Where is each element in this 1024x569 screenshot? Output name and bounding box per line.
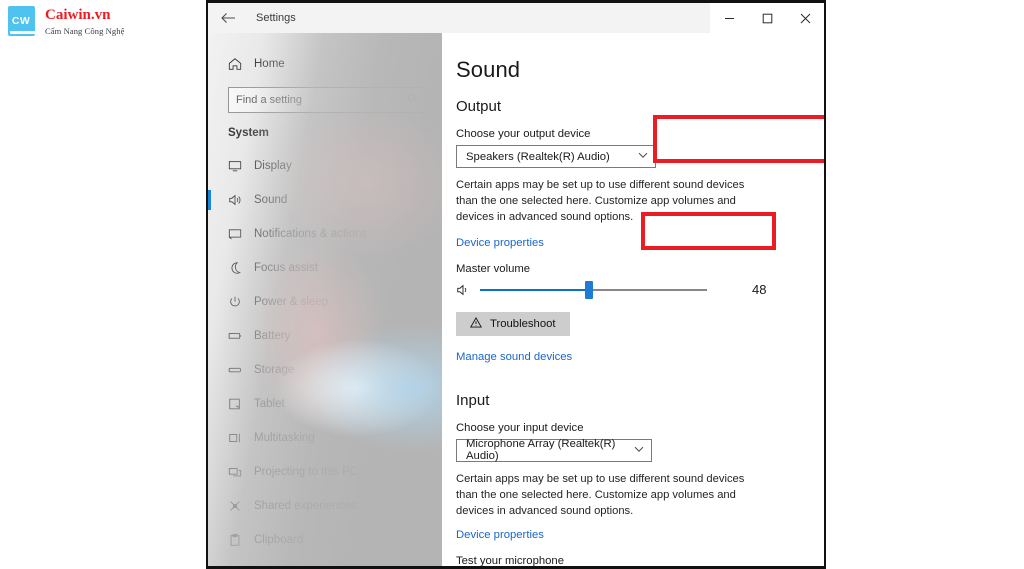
sidebar-content: Home System Display (208, 33, 442, 557)
sidebar-item-focus-assist[interactable]: Focus assist (208, 251, 442, 285)
search-icon (407, 93, 418, 107)
sidebar-item-display[interactable]: Display (208, 149, 442, 183)
sidebar-item-label: Tablet (254, 398, 285, 410)
speaker-volume-icon[interactable] (456, 283, 480, 297)
output-device-dropdown[interactable]: Speakers (Realtek(R) Audio) (456, 145, 656, 168)
master-volume-row: 48 (456, 280, 824, 299)
monitor-icon (228, 159, 254, 173)
window-title: Settings (256, 12, 296, 24)
settings-content-pane: Sound Output Choose your output device S… (442, 33, 824, 566)
input-device-value: Microphone Array (Realtek(R) Audio) (466, 438, 616, 463)
maximize-icon[interactable] (748, 3, 786, 33)
sidebar-item-multitasking[interactable]: Multitasking (208, 421, 442, 455)
output-device-value: Speakers (Realtek(R) Audio) (466, 150, 610, 163)
search-container (208, 87, 442, 113)
sidebar-item-sound[interactable]: Sound (208, 183, 442, 217)
sidebar-item-power-sleep[interactable]: Power & sleep (208, 285, 442, 319)
page-title: Sound (456, 57, 521, 82)
title-bar: Settings (208, 3, 824, 33)
sidebar-item-label: Home (254, 58, 285, 70)
home-icon (228, 57, 254, 71)
sidebar-item-tablet[interactable]: Tablet (208, 387, 442, 421)
sidebar-item-label: Clipboard (254, 534, 304, 546)
speaker-icon (228, 193, 254, 207)
storage-icon (228, 363, 254, 377)
sidebar-item-home[interactable]: Home (208, 47, 442, 81)
chevron-down-icon (638, 152, 648, 161)
sidebar-item-label: Battery (254, 330, 291, 342)
sidebar-item-label: Projecting to this PC (254, 466, 359, 478)
clipboard-icon (228, 533, 254, 547)
power-icon (228, 295, 254, 309)
sidebar-item-clipboard[interactable]: Clipboard (208, 523, 442, 557)
sidebar-item-projecting[interactable]: Projecting to this PC (208, 455, 442, 489)
master-volume-value: 48 (752, 282, 767, 298)
sidebar-item-label: Focus assist (254, 262, 318, 274)
window-controls (710, 3, 824, 33)
slider-thumb[interactable] (584, 280, 593, 299)
multitasking-icon (228, 431, 254, 445)
brand-title: Caiwin.vn (45, 7, 111, 23)
sidebar-item-label: Shared experiences (254, 500, 357, 512)
master-volume-label: Master volume (456, 262, 531, 275)
battery-icon (228, 329, 254, 343)
input-device-properties-link[interactable]: Device properties (456, 529, 544, 541)
input-section-heading: Input (456, 391, 490, 409)
window-body: Home System Display (208, 33, 824, 566)
sidebar-item-label: Storage (254, 364, 295, 376)
output-device-properties-link[interactable]: Device properties (456, 237, 544, 249)
settings-sidebar: Home System Display (208, 33, 442, 566)
test-microphone-label: Test your microphone (456, 555, 564, 566)
caiwin-logo-icon: CW (8, 6, 38, 36)
sidebar-item-notifications[interactable]: Notifications & actions (208, 217, 442, 251)
chevron-down-icon (634, 446, 644, 455)
sidebar-item-label: Sound (254, 194, 288, 206)
output-section-heading: Output (456, 98, 502, 115)
notification-icon (228, 227, 254, 241)
input-note: Certain apps may be set up to use differ… (456, 472, 745, 518)
troubleshoot-button[interactable]: Troubleshoot (456, 311, 570, 336)
input-device-dropdown[interactable]: Microphone Array (Realtek(R) Audio) (456, 438, 652, 463)
moon-icon (228, 261, 254, 275)
back-arrow-icon[interactable] (208, 3, 248, 33)
shared-experiences-icon (228, 499, 254, 513)
brand-text-block: Caiwin.vn Cẩm Nang Công Nghệ (45, 6, 124, 36)
projecting-icon (228, 465, 254, 479)
site-branding: CW Caiwin.vn Cẩm Nang Công Nghệ (8, 6, 124, 36)
logo-initials: CW (11, 15, 31, 27)
master-volume-slider[interactable] (480, 280, 707, 299)
slider-fill (480, 288, 589, 291)
minimize-icon[interactable] (710, 3, 748, 33)
sidebar-item-shared-experiences[interactable]: Shared experiences (208, 489, 442, 523)
brand-tagline: Cẩm Nang Công Nghệ (45, 25, 125, 36)
warning-triangle-icon (469, 316, 483, 331)
search-box[interactable] (228, 87, 426, 113)
troubleshoot-label: Troubleshoot (490, 317, 556, 330)
settings-window: Settings Home Find a setting System Disp… (206, 0, 826, 569)
input-device-label: Choose your input device (456, 421, 584, 434)
output-device-label: Choose your output device (456, 128, 591, 140)
manage-sound-devices-link[interactable]: Manage sound devices (456, 351, 572, 363)
output-note: Certain apps may be set up to use differ… (456, 179, 745, 224)
sidebar-item-label: Multitasking (254, 432, 315, 444)
tablet-icon (228, 397, 254, 411)
search-input[interactable] (236, 94, 403, 106)
sidebar-item-battery[interactable]: Battery (208, 319, 442, 353)
sidebar-group-label: System (228, 127, 269, 139)
sidebar-item-label: Display (254, 160, 292, 172)
sidebar-item-label: Power & sleep (254, 296, 329, 308)
sidebar-item-storage[interactable]: Storage (208, 353, 442, 387)
close-icon[interactable] (786, 3, 824, 33)
sidebar-item-label: Notifications & actions (254, 228, 368, 240)
